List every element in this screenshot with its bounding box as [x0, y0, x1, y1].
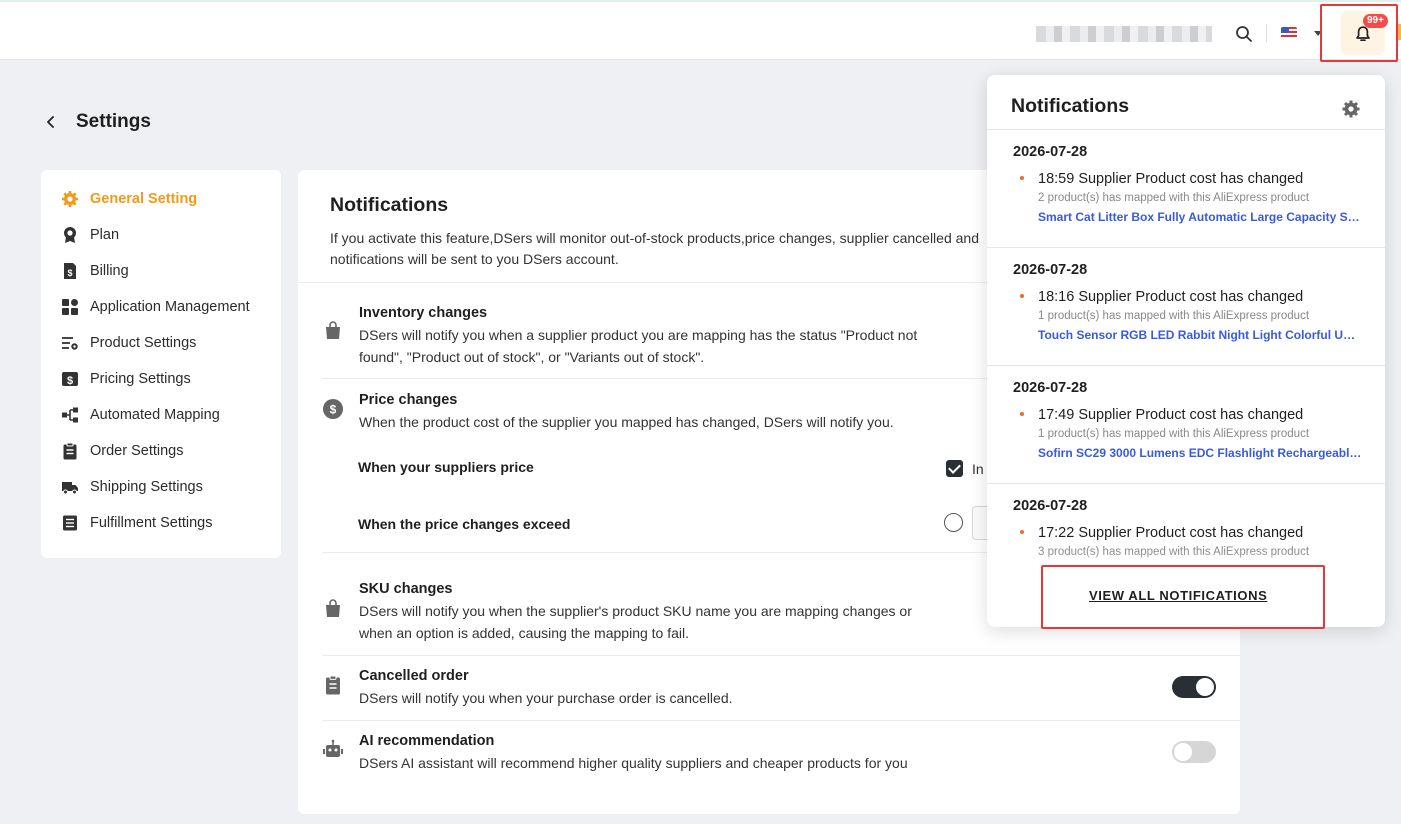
notification-headline: 17:49 Supplier Product cost has changed — [1038, 407, 1304, 423]
clipboard-icon — [326, 675, 340, 695]
sku-changes-title: SKU changes — [359, 581, 453, 597]
sidebar-item-label: Product Settings — [90, 335, 197, 351]
sidebar-item-label: Application Management — [90, 299, 250, 315]
notification-item[interactable]: 2026-07-28 17:49 Supplier Product cost h… — [987, 366, 1385, 484]
price-exceed-radio[interactable] — [944, 513, 963, 532]
clipboard-icon — [63, 442, 77, 460]
sidebar-item-fulfillment-settings[interactable]: Fulfillment Settings — [61, 511, 213, 535]
section-description: If you activate this feature,DSers will … — [330, 230, 979, 267]
notification-item[interactable]: 2026-07-28 17:22 Supplier Product cost h… — [987, 484, 1385, 566]
annotation-highlight-box — [1320, 4, 1398, 62]
shopping-bag-icon — [326, 599, 340, 617]
sidebar-item-label: Shipping Settings — [90, 479, 203, 495]
truck-icon — [62, 482, 78, 495]
ai-recommendation-toggle[interactable] — [1172, 741, 1216, 763]
gear-icon — [62, 191, 78, 207]
sidebar-item-automated-mapping[interactable]: Automated Mapping — [61, 403, 220, 427]
product-settings-icon — [62, 337, 78, 350]
checkbox-label: In — [972, 461, 984, 477]
price-increase-checkbox[interactable] — [946, 460, 963, 477]
product-link[interactable]: Sofirn SC29 3000 Lumens EDC Flashlight R… — [1038, 446, 1362, 460]
price-changes-desc: When the product cost of the supplier yo… — [359, 414, 894, 430]
sidebar-item-order-settings[interactable]: Order Settings — [61, 439, 184, 463]
cancelled-order-title: Cancelled order — [359, 668, 469, 684]
price-exceed-label: When the price changes exceed — [358, 516, 571, 532]
notification-subtext: 1 product(s) has mapped with this AliExp… — [1038, 310, 1310, 322]
search-icon[interactable] — [1234, 24, 1254, 44]
unread-dot — [1020, 176, 1024, 180]
notification-date: 2026-07-28 — [1013, 262, 1088, 278]
sidebar-item-label: Pricing Settings — [90, 371, 191, 387]
section-title: Notifications — [330, 194, 449, 216]
notification-list: 2026-07-28 18:59 Supplier Product cost h… — [987, 130, 1385, 566]
sidebar-item-label: Plan — [90, 227, 120, 243]
gear-icon[interactable] — [1341, 99, 1361, 119]
annotation-highlight-box — [1041, 565, 1325, 629]
account-name-blurred — [1036, 26, 1212, 42]
award-icon — [64, 227, 76, 243]
toggle-knob — [1196, 678, 1214, 696]
notifications-title: Notifications — [1011, 95, 1130, 117]
page-title: Settings — [76, 111, 151, 132]
list-icon — [63, 515, 77, 531]
divider — [1266, 24, 1267, 42]
sidebar-item-billing[interactable]: $ Billing — [61, 259, 129, 283]
sidebar-item-plan[interactable]: Plan — [61, 223, 119, 247]
notification-date: 2026-07-28 — [1013, 144, 1088, 160]
toggle-knob — [1174, 743, 1192, 761]
top-bar: 99+ — [0, 0, 1401, 60]
divider — [322, 655, 1240, 656]
mapping-icon — [62, 407, 78, 423]
notification-subtext: 1 product(s) has mapped with this AliExp… — [1038, 428, 1310, 440]
svg-text:$: $ — [67, 268, 72, 278]
sidebar-item-general-setting[interactable]: General Setting — [61, 187, 197, 211]
notification-date: 2026-07-28 — [1013, 498, 1088, 514]
notification-item[interactable]: 2026-07-28 18:59 Supplier Product cost h… — [987, 130, 1385, 248]
sidebar-item-label: General Setting — [90, 191, 198, 207]
svg-text:$: $ — [67, 375, 73, 387]
cancelled-order-toggle[interactable] — [1172, 676, 1216, 698]
sidebar-item-label: Fulfillment Settings — [90, 515, 213, 531]
bill-icon: $ — [64, 263, 76, 279]
back-arrow-icon[interactable] — [44, 114, 58, 130]
unread-dot — [1020, 530, 1024, 534]
notification-headline: 18:59 Supplier Product cost has changed — [1038, 171, 1304, 187]
sidebar-item-label: Billing — [90, 263, 129, 279]
inventory-changes-title: Inventory changes — [359, 305, 488, 321]
inventory-changes-desc: DSers will notify you when a supplier pr… — [359, 327, 918, 365]
notification-headline: 17:22 Supplier Product cost has changed — [1038, 525, 1304, 541]
notification-headline: 18:16 Supplier Product cost has changed — [1038, 289, 1304, 305]
sidebar-item-application-management[interactable]: Application Management — [61, 295, 250, 319]
us-flag-icon[interactable] — [1281, 27, 1297, 39]
unread-dot — [1020, 412, 1024, 416]
sidebar-item-shipping-settings[interactable]: Shipping Settings — [61, 475, 203, 499]
notification-subtext: 3 product(s) has mapped with this AliExp… — [1038, 546, 1310, 558]
suppliers-price-label: When your suppliers price — [358, 459, 534, 475]
notification-subtext: 2 product(s) has mapped with this AliExp… — [1038, 192, 1310, 204]
ai-recommendation-desc: DSers AI assistant will recommend higher… — [359, 755, 908, 771]
product-link[interactable]: Touch Sensor RGB LED Rabbit Night Light … — [1038, 328, 1362, 342]
dollar-icon: $ — [62, 372, 78, 387]
notification-item[interactable]: 2026-07-28 18:16 Supplier Product cost h… — [987, 248, 1385, 366]
sku-changes-desc: DSers will notify you when the supplier'… — [359, 603, 912, 641]
svg-text:$: $ — [330, 403, 337, 417]
shopping-bag-icon — [326, 321, 340, 339]
cancelled-order-desc: DSers will notify you when your purchase… — [359, 690, 733, 706]
price-changes-title: Price changes — [359, 392, 458, 408]
sidebar-item-product-settings[interactable]: Product Settings — [61, 331, 196, 355]
unread-dot — [1020, 294, 1024, 298]
dollar-circle-icon: $ — [323, 399, 343, 419]
ai-recommendation-title: AI recommendation — [359, 733, 495, 749]
notifications-dropdown: Notifications 2026-07-28 18:59 Supplier … — [987, 75, 1385, 627]
robot-icon — [323, 739, 343, 757]
product-link[interactable]: Smart Cat Litter Box Fully Automatic Lar… — [1038, 210, 1362, 224]
notification-date: 2026-07-28 — [1013, 380, 1088, 396]
sidebar-item-pricing-settings[interactable]: $ Pricing Settings — [61, 367, 191, 391]
divider — [322, 720, 1240, 721]
sidebar-item-label: Automated Mapping — [90, 407, 220, 423]
apps-icon — [62, 299, 78, 315]
sidebar-item-label: Order Settings — [90, 443, 184, 459]
settings-sidebar: General Setting Plan $ Billing Applicati… — [41, 170, 281, 558]
